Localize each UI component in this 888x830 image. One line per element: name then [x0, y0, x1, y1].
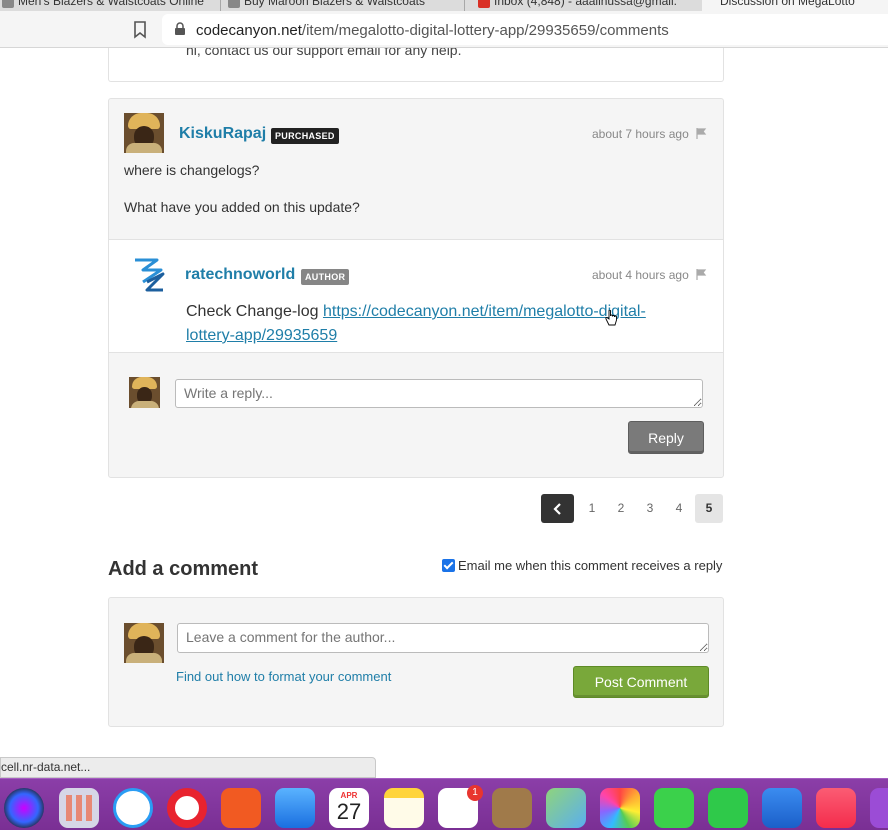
mail-icon[interactable]: [275, 788, 315, 828]
reply-timestamp[interactable]: about 4 hours ago: [592, 268, 689, 282]
site-favicon-icon: [704, 0, 716, 8]
keynote-icon[interactable]: [762, 788, 802, 828]
flag-icon[interactable]: [696, 269, 707, 280]
tab-label: Buy Maroon Blazers & Waistcoats: [244, 0, 425, 8]
maps-icon[interactable]: [546, 788, 586, 828]
tab-divider: [464, 0, 465, 11]
flag-icon[interactable]: [696, 128, 707, 139]
reply-button[interactable]: Reply: [628, 421, 704, 454]
calendar-icon[interactable]: APR 27: [329, 788, 369, 828]
url-text: codecanyon.net/item/megalotto-digital-lo…: [196, 22, 669, 39]
music-icon[interactable]: [816, 788, 856, 828]
page-content: hi, contact us our support email for any…: [0, 48, 888, 758]
address-bar[interactable]: codecanyon.net/item/megalotto-digital-lo…: [162, 14, 888, 45]
bookmark-icon[interactable]: [133, 21, 147, 39]
site-favicon-icon: [228, 0, 240, 8]
email-notify-checkbox[interactable]: [442, 559, 455, 572]
previous-comment-text: hi, contact us our support email for any…: [186, 48, 462, 58]
author-reply: ratechnoworld AUTHOR about 4 hours ago C…: [109, 239, 723, 353]
purchased-badge: PURCHASED: [271, 128, 339, 144]
tab-label: Discussion on MegaLotto: [720, 0, 855, 8]
tab-divider: [220, 0, 221, 11]
messages-icon[interactable]: [654, 788, 694, 828]
ratechnoworld-logo-icon[interactable]: [133, 256, 167, 294]
facetime-icon[interactable]: [708, 788, 748, 828]
brave-icon[interactable]: [221, 788, 261, 828]
browser-toolbar: codecanyon.net/item/megalotto-digital-lo…: [0, 11, 888, 48]
reply-text-prefix: Check Change-log: [186, 303, 323, 320]
safari-icon[interactable]: [113, 788, 153, 828]
current-user-avatar: [129, 377, 160, 408]
url-domain: codecanyon.net: [196, 22, 302, 39]
chevron-left-icon: [552, 503, 561, 515]
browser-tab-strip: Men's Blazers & Waistcoats Online Buy Ma…: [0, 0, 888, 11]
tab-maroon-blazers[interactable]: Buy Maroon Blazers & Waistcoats: [226, 0, 462, 11]
current-user-avatar: [124, 623, 164, 663]
post-comment-button[interactable]: Post Comment: [573, 666, 709, 698]
page-5-current[interactable]: 5: [695, 494, 723, 523]
page-4-link[interactable]: 4: [665, 494, 693, 523]
launchpad-icon[interactable]: [59, 788, 99, 828]
tab-discussion-active[interactable]: Discussion on MegaLotto: [702, 0, 888, 11]
commenter-username[interactable]: KiskuRapaj: [179, 125, 266, 143]
url-path: /item/megalotto-digital-lottery-app/2993…: [301, 22, 669, 39]
podcasts-icon[interactable]: [870, 788, 888, 828]
page-2-link[interactable]: 2: [607, 494, 635, 523]
photos-icon[interactable]: [600, 788, 640, 828]
author-badge: AUTHOR: [301, 269, 350, 285]
comment-line-1: where is changelogs?: [124, 162, 260, 178]
comment-timestamp[interactable]: about 7 hours ago: [592, 127, 689, 141]
comment-thread: KiskuRapaj PURCHASED about 7 hours ago w…: [108, 98, 724, 478]
format-help-link[interactable]: Find out how to format your comment: [176, 669, 391, 684]
comment-input[interactable]: [177, 623, 709, 653]
tab-mens-blazers[interactable]: Men's Blazers & Waistcoats Online: [0, 0, 218, 11]
lock-icon: [175, 22, 185, 35]
opera-icon[interactable]: [167, 788, 207, 828]
page-1-link[interactable]: 1: [578, 494, 606, 523]
reply-input[interactable]: [175, 379, 703, 408]
notes-icon[interactable]: [384, 788, 424, 828]
previous-page-button[interactable]: [541, 494, 574, 523]
tab-inbox[interactable]: Inbox (4,848) - aaalihussa@gmail.: [476, 0, 696, 11]
siri-icon[interactable]: [4, 788, 44, 828]
page-3-link[interactable]: 3: [636, 494, 664, 523]
hand-cursor-icon: [605, 310, 617, 326]
commenter-avatar[interactable]: [124, 113, 164, 153]
reminders-badge: 1: [467, 785, 483, 801]
site-favicon-icon: [2, 0, 14, 8]
reply-username[interactable]: ratechnoworld: [185, 266, 295, 284]
tab-label: Men's Blazers & Waistcoats Online: [18, 0, 204, 8]
status-bar: cell.nr-data.net...: [0, 757, 376, 778]
add-comment-heading: Add a comment: [108, 558, 259, 580]
tab-label: Inbox (4,848) - aaalihussa@gmail.: [494, 0, 677, 8]
calendar-day: 27: [336, 799, 362, 824]
add-comment-form: Find out how to format your comment Post…: [108, 597, 724, 727]
contacts-icon[interactable]: [492, 788, 532, 828]
gmail-favicon-icon: [478, 0, 490, 8]
email-notify-label[interactable]: Email me when this comment receives a re…: [458, 558, 722, 573]
macos-dock: APR 27 1: [0, 778, 888, 830]
previous-comment-card: hi, contact us our support email for any…: [108, 48, 724, 82]
comment-line-2: What have you added on this update?: [124, 199, 360, 215]
